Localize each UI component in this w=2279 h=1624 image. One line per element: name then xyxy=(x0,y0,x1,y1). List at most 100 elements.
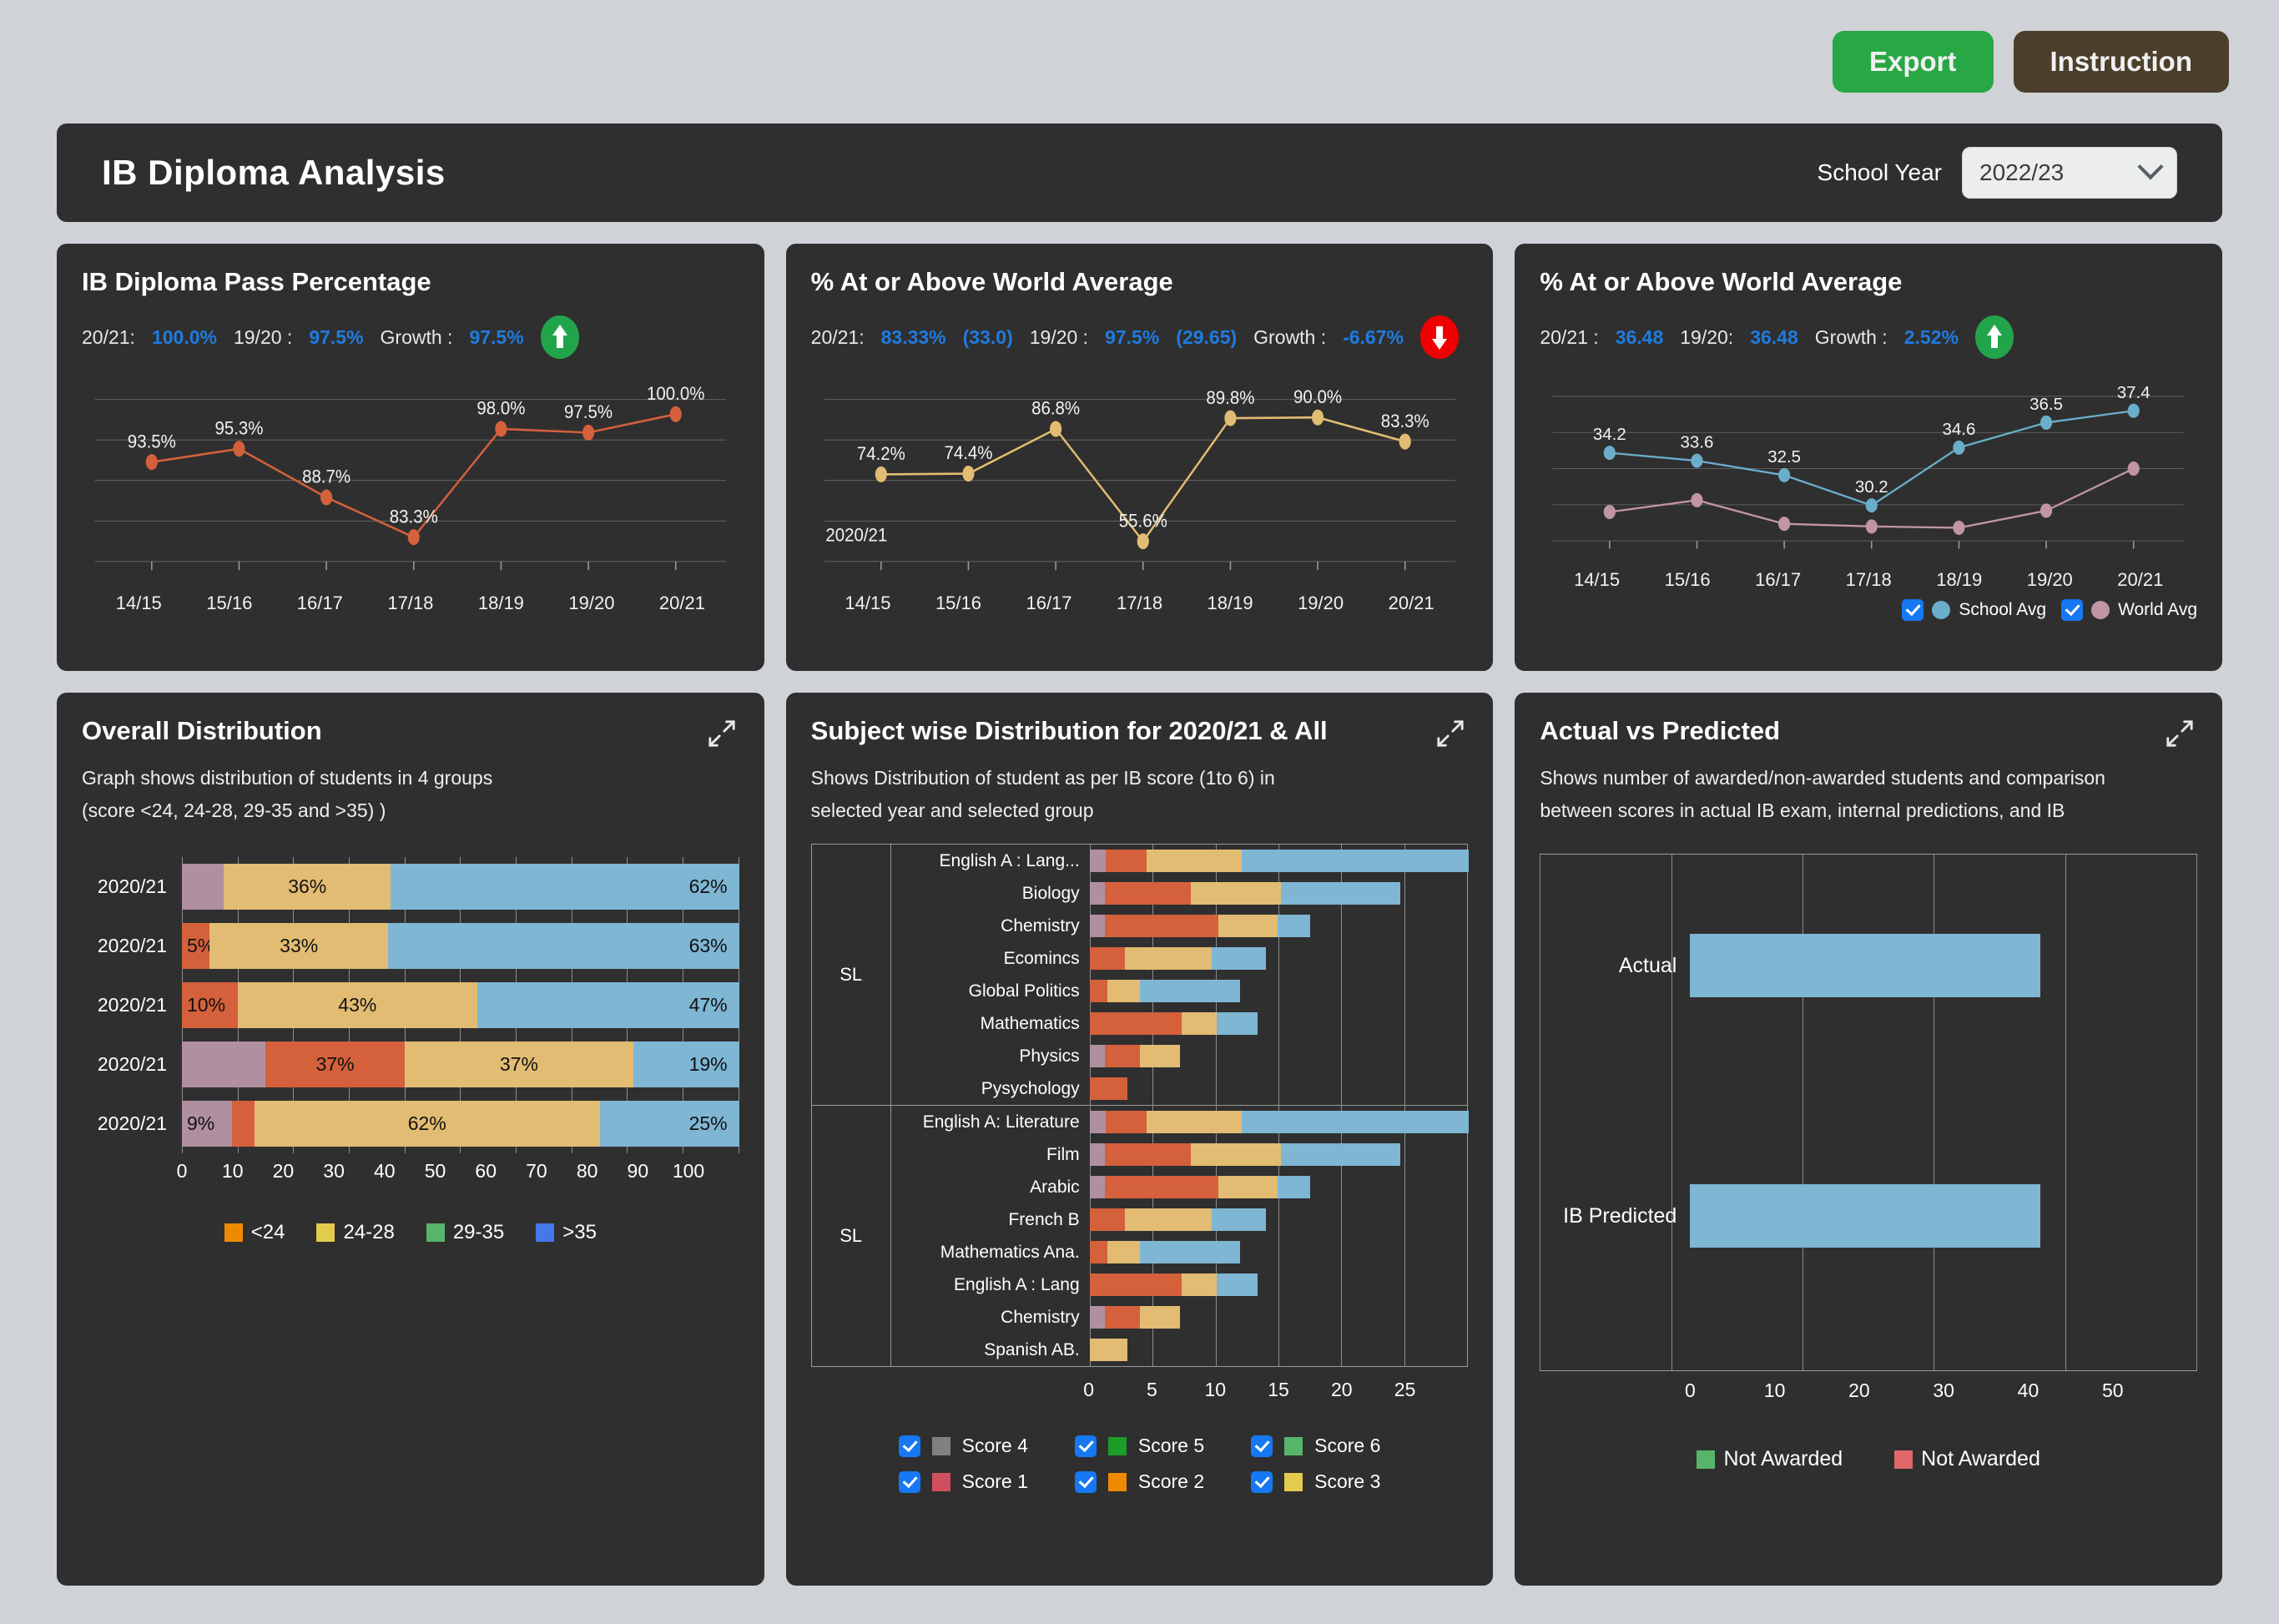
stacked-bar xyxy=(1089,1273,1258,1297)
instruction-button[interactable]: Instruction xyxy=(2013,31,2229,93)
bar-segment: 62% xyxy=(254,1101,600,1147)
kpi-current-value: 83.33% xyxy=(880,325,946,348)
x-tick-label: 15/16 xyxy=(1664,569,1711,590)
legend-item[interactable]: Score 5 xyxy=(1074,1435,1204,1457)
svg-text:90.0%: 90.0% xyxy=(1293,386,1342,407)
export-button[interactable]: Export xyxy=(1832,31,1994,93)
legend-checkbox[interactable] xyxy=(898,1470,920,1493)
legend-label: >35 xyxy=(562,1221,597,1244)
card-title: % At or Above World Average xyxy=(1540,267,1903,296)
row-label: 2020/21 xyxy=(97,1053,167,1076)
x-tick-label: 17/18 xyxy=(1845,569,1892,590)
bar-segment: 19% xyxy=(633,1041,739,1088)
legend-checkbox[interactable] xyxy=(1074,1470,1097,1493)
card-description-line1: Shows Distribution of student as per IB … xyxy=(810,767,1275,789)
svg-text:34.6: 34.6 xyxy=(1943,421,1976,439)
legend-item[interactable]: Score 6 xyxy=(1251,1435,1380,1457)
x-tick-label: 20 xyxy=(272,1160,295,1183)
card-description-line1: Shows number of awarded/non-awarded stud… xyxy=(1540,767,2105,789)
expand-icon[interactable] xyxy=(2166,719,2194,748)
subject-label: Pysychology xyxy=(981,1078,1080,1098)
bar-segment xyxy=(1139,1241,1240,1264)
legend-item[interactable]: Not Awarded xyxy=(1894,1447,2040,1471)
x-tick-label: 25 xyxy=(1394,1379,1416,1401)
x-tick-label: 90 xyxy=(627,1160,649,1183)
bar-segment xyxy=(1182,1012,1218,1036)
bar-segment xyxy=(1089,1339,1128,1362)
svg-text:37.4: 37.4 xyxy=(2117,384,2150,402)
legend-swatch xyxy=(224,1223,243,1243)
svg-text:34.2: 34.2 xyxy=(1593,426,1626,444)
legend-checkbox[interactable] xyxy=(1902,599,1924,621)
bar-segment xyxy=(1124,1208,1212,1232)
bar-segment xyxy=(1146,1111,1242,1134)
card-subject-distribution: Subject wise Distribution for 2020/21 & … xyxy=(785,693,1494,1586)
kpi-prev-value: 36.48 xyxy=(1750,325,1798,348)
stacked-bar xyxy=(1089,1339,1128,1362)
subject-label: Chemistry xyxy=(1001,915,1080,936)
bar-segment xyxy=(1124,947,1212,971)
kpi-prev-label: 19/20 : xyxy=(1029,325,1089,348)
legend-item[interactable]: 24-28 xyxy=(316,1221,395,1244)
bar-segment xyxy=(1182,1273,1218,1297)
kpi-card-row: IB Diploma Pass Percentage 20/21: 100.0%… xyxy=(57,244,2223,671)
svg-text:36.5: 36.5 xyxy=(2029,396,2063,414)
kpi-strip: 20/21: 83.33% (33.0) 19/20 : 97.5% (29.6… xyxy=(811,315,1469,359)
x-tick-label: 17/18 xyxy=(1117,593,1163,613)
x-tick-label: 15/16 xyxy=(935,593,981,613)
distribution-row: 2020/21 36% 62% xyxy=(82,857,739,917)
card-world-average-percentage: % At or Above World Average 20/21: 83.33… xyxy=(785,244,1494,671)
school-year-select[interactable]: 2022/23 xyxy=(1962,147,2177,199)
bar-segment xyxy=(1104,1045,1140,1068)
expand-icon[interactable] xyxy=(1436,719,1465,748)
legend-item[interactable]: Score 4 xyxy=(898,1435,1028,1457)
subject-row: Chemistry xyxy=(891,1301,1468,1334)
bar-segment xyxy=(1278,915,1311,938)
x-tick-label: 20/21 xyxy=(1388,593,1434,613)
legend-checkbox[interactable] xyxy=(2061,599,2084,621)
subject-row: English A : Lang... xyxy=(891,845,1470,878)
legend-checkbox[interactable] xyxy=(1251,1470,1273,1493)
bar-segment xyxy=(1104,915,1218,938)
bar-segment xyxy=(1146,850,1242,873)
bar-segment xyxy=(1107,980,1140,1003)
kpi-prev-value: 97.5% xyxy=(309,325,364,348)
bar-segment xyxy=(1104,882,1192,905)
row-label: 2020/21 xyxy=(97,1112,167,1135)
trend-up-icon xyxy=(540,315,579,359)
legend-item[interactable]: School Avg xyxy=(1902,599,2046,621)
bar-segment: 10% xyxy=(182,982,238,1029)
legend-item[interactable]: Not Awarded xyxy=(1697,1447,1843,1471)
legend-checkbox[interactable] xyxy=(898,1435,920,1457)
bar-segment xyxy=(1139,980,1240,1003)
x-tick-label: 5 xyxy=(1147,1379,1157,1401)
subject-x-axis: 0 5 10 15 20 25 xyxy=(1083,1379,1469,1401)
svg-text:83.3%: 83.3% xyxy=(1380,411,1429,431)
subject-row: English A : Lang xyxy=(891,1268,1468,1302)
legend-item[interactable]: >35 xyxy=(536,1221,597,1244)
legend-checkbox[interactable] xyxy=(1251,1435,1273,1457)
legend-color-dot xyxy=(1932,601,1951,619)
bar-segment xyxy=(1139,1306,1181,1329)
x-tick-label: 60 xyxy=(475,1160,497,1183)
legend-item[interactable]: <24 xyxy=(224,1221,285,1244)
legend-swatch xyxy=(1107,1436,1127,1455)
legend-item[interactable]: Score 3 xyxy=(1251,1470,1380,1493)
x-tick-label: 0 xyxy=(176,1160,188,1183)
x-tick-label: 10 xyxy=(221,1160,244,1183)
x-tick-label: 10 xyxy=(1204,1379,1227,1401)
legend-checkbox[interactable] xyxy=(1074,1435,1097,1457)
stacked-bar xyxy=(1089,1012,1258,1036)
page-header: IB Diploma Analysis School Year 2022/23 xyxy=(57,124,2222,222)
legend-item[interactable]: Score 1 xyxy=(898,1470,1028,1493)
x-tick-label: 18/19 xyxy=(1207,593,1253,613)
expand-icon[interactable] xyxy=(708,719,736,748)
bar-segment xyxy=(1089,1143,1105,1167)
school-year-value: 2022/23 xyxy=(1979,159,2065,185)
svg-text:33.6: 33.6 xyxy=(1681,434,1714,452)
legend-item[interactable]: World Avg xyxy=(2061,599,2197,621)
legend-item[interactable]: Score 2 xyxy=(1074,1470,1204,1493)
card-actual-vs-predicted: Actual vs Predicted Shows number of awar… xyxy=(1515,693,2223,1586)
distribution-card-row: Overall Distribution Graph shows distrib… xyxy=(57,693,2223,1586)
legend-item[interactable]: 29-35 xyxy=(426,1221,504,1244)
